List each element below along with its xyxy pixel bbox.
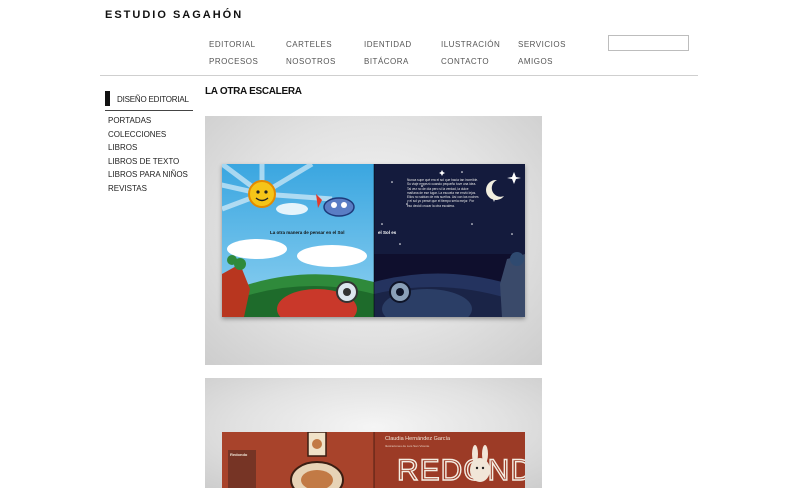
sidebar-divider — [105, 110, 193, 111]
sidebar-link-revistas[interactable]: REVISTAS — [108, 184, 147, 193]
sidebar-item-portadas: PORTADAS — [108, 114, 188, 128]
nav-editorial[interactable]: EDITORIAL — [209, 40, 256, 49]
nav-carteles[interactable]: CARTELES — [286, 40, 332, 49]
spread2-small-title: Redondo — [230, 452, 248, 457]
nav-contacto[interactable]: CONTACTO — [441, 57, 489, 66]
spread2-title: REDONDO — [397, 454, 525, 487]
nav-bitacora[interactable]: BITÁCORA — [364, 57, 409, 66]
nav-nosotros[interactable]: NOSOTROS — [286, 57, 336, 66]
sidebar-marker — [105, 91, 110, 106]
book-spread-illustration: La otra manera de pensar en el Sol Nunca… — [222, 164, 525, 317]
nav-procesos[interactable]: PROCESOS — [209, 57, 258, 66]
nav-servicios[interactable]: SERVICIOS — [518, 40, 566, 49]
spread-right-caption: el Sol es — [378, 230, 397, 235]
sidebar-link-libros-para-ninos[interactable]: LIBROS PARA NIÑOS — [108, 170, 188, 179]
spread2-credit: Ilustraciones de Luis San Vicente — [385, 444, 430, 448]
sidebar-link-colecciones[interactable]: COLECCIONES — [108, 130, 166, 139]
sidebar-item-colecciones: COLECCIONES — [108, 128, 188, 142]
sidebar-link-portadas[interactable]: PORTADAS — [108, 116, 151, 125]
sidebar-item-libros-de-texto: LIBROS DE TEXTO — [108, 155, 188, 169]
sidebar-item-revistas: REVISTAS — [108, 182, 188, 196]
spread-left-caption: La otra manera de pensar en el Sol — [270, 230, 345, 235]
page-title: LA OTRA ESCALERA — [205, 86, 302, 97]
gallery-image-2[interactable]: Redondo Claudia Hernández García Ilustra… — [205, 378, 542, 488]
nav-ilustracion[interactable]: ILUSTRACIÓN — [441, 40, 500, 49]
spread-right-body: Nunca supe qué era el sol que hacía tan … — [407, 178, 479, 208]
sidebar-heading-label: DISEÑO EDITORIAL — [117, 95, 189, 104]
sidebar-list: PORTADAS COLECCIONES LIBROS LIBROS DE TE… — [108, 114, 188, 196]
search-input[interactable] — [608, 35, 689, 51]
site-title: ESTUDIO SAGAHÓN — [105, 9, 244, 21]
nav-identidad[interactable]: IDENTIDAD — [364, 40, 412, 49]
sidebar-link-libros[interactable]: LIBROS — [108, 143, 137, 152]
sidebar-item-libros-para-ninos: LIBROS PARA NIÑOS — [108, 168, 188, 182]
sidebar-heading: DISEÑO EDITORIAL — [105, 91, 193, 110]
spread2-author: Claudia Hernández García — [385, 436, 451, 442]
header-divider — [100, 75, 698, 76]
book-spread-redondo: Redondo Claudia Hernández García Ilustra… — [222, 432, 525, 488]
sidebar-item-libros: LIBROS — [108, 141, 188, 155]
nav-amigos[interactable]: AMIGOS — [518, 57, 553, 66]
sidebar-link-libros-de-texto[interactable]: LIBROS DE TEXTO — [108, 157, 179, 166]
gallery-image-1[interactable]: La otra manera de pensar en el Sol Nunca… — [205, 116, 542, 365]
